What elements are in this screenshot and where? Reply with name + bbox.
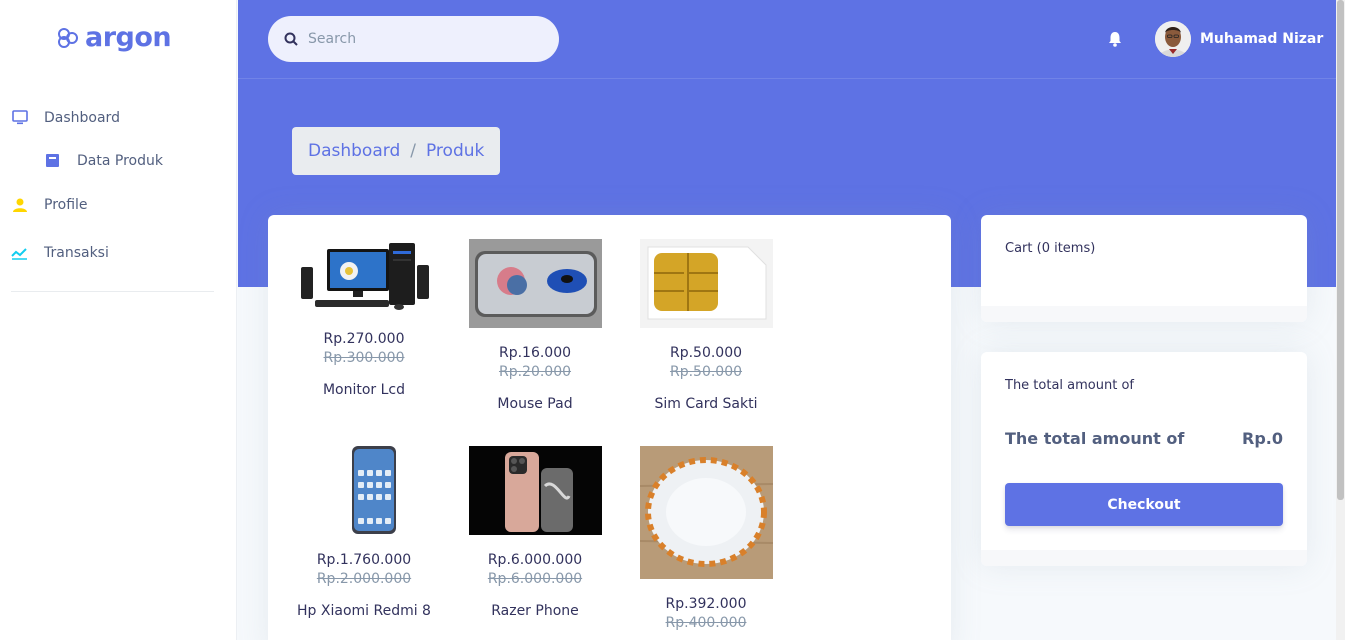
- product-image-phone: [297, 446, 431, 535]
- breadcrumb-separator: /: [410, 141, 416, 161]
- product-old-price: Rp.6.000.000: [487, 571, 583, 587]
- sidebar-item-transaksi[interactable]: Transaksi: [11, 244, 109, 261]
- search-bar[interactable]: [268, 16, 559, 62]
- product-price: Rp.270.000: [323, 331, 405, 347]
- cart-card-footer: [981, 306, 1307, 322]
- product-price: Rp.1.760.000: [316, 552, 412, 568]
- sidebar-item-label: Data Produk: [77, 152, 163, 169]
- argon-logo-icon: [58, 27, 78, 48]
- total-label-small: The total amount of: [1005, 378, 1134, 393]
- avatar: [1155, 21, 1191, 57]
- user-name: Muhamad Nizar: [1200, 31, 1324, 47]
- product-price: Rp.6.000.000: [487, 552, 583, 568]
- products-card: Rp.270.000 Rp.300.000 Monitor Lcd Rp.16.…: [268, 215, 951, 640]
- user-menu[interactable]: Muhamad Nizar: [1155, 21, 1323, 57]
- product-price: Rp.50.000: [669, 345, 743, 361]
- product-image-sim-card: [639, 239, 773, 328]
- page-scrollbar[interactable]: [1336, 0, 1345, 640]
- total-label: The total amount of: [1005, 429, 1185, 448]
- sidebar-item-label: Dashboard: [44, 109, 120, 126]
- product-image-monitor: [297, 239, 431, 314]
- total-card: The total amount of The total amount of …: [981, 352, 1307, 566]
- sidebar: argon Dashboard Data Produk Profile Tran…: [0, 0, 237, 640]
- breadcrumb-item-dashboard[interactable]: Dashboard: [308, 141, 400, 161]
- brand-name: argon: [85, 22, 172, 53]
- product-old-price: Rp.20.000: [498, 364, 572, 380]
- total-amount: Rp.0: [1242, 429, 1283, 448]
- search-icon: [284, 32, 298, 46]
- sidebar-item-label: Transaksi: [44, 244, 109, 261]
- chart-line-icon: [11, 244, 28, 261]
- product-card[interactable]: Rp.1.760.000 Rp.2.000.000 Hp Xiaomi Redm…: [289, 446, 439, 621]
- product-image-plate: [639, 446, 773, 579]
- sidebar-item-dashboard[interactable]: Dashboard: [11, 109, 120, 126]
- header-divider: [238, 78, 1336, 79]
- product-name: Sim Card Sakti: [654, 396, 758, 412]
- brand-logo[interactable]: argon: [57, 22, 172, 53]
- product-image-razer-phone: [468, 446, 602, 535]
- product-name: Monitor Lcd: [322, 382, 406, 398]
- search-input[interactable]: [308, 31, 528, 47]
- sidebar-item-profile[interactable]: Profile: [11, 196, 88, 213]
- product-old-price: Rp.300.000: [323, 350, 405, 366]
- sidebar-item-data-produk[interactable]: Data Produk: [44, 152, 163, 169]
- bell-icon[interactable]: [1106, 30, 1124, 48]
- product-old-price: Rp.50.000: [669, 364, 743, 380]
- sidebar-item-label: Profile: [44, 196, 88, 213]
- checkout-button[interactable]: Checkout: [1005, 483, 1283, 526]
- product-old-price: Rp.400.000: [665, 615, 747, 631]
- product-card[interactable]: Rp.16.000 Rp.20.000 Mouse Pad: [460, 239, 610, 414]
- monitor-icon: [11, 109, 28, 126]
- product-card[interactable]: Rp.270.000 Rp.300.000 Monitor Lcd: [289, 239, 439, 400]
- sidebar-divider: [11, 291, 214, 292]
- product-name: Hp Xiaomi Redmi 8: [297, 603, 431, 619]
- product-price: Rp.392.000: [665, 596, 747, 612]
- user-icon: [11, 196, 28, 213]
- product-card[interactable]: Rp.6.000.000 Rp.6.000.000 Razer Phone: [460, 446, 610, 621]
- product-image-mouse-pad: [468, 239, 602, 328]
- cart-card: Cart (0 items): [981, 215, 1307, 322]
- scrollbar-thumb[interactable]: [1337, 0, 1344, 500]
- product-card[interactable]: Rp.392.000 Rp.400.000: [631, 446, 781, 631]
- product-name: Razer Phone: [491, 603, 579, 619]
- archive-box-icon: [44, 152, 61, 169]
- product-price: Rp.16.000: [498, 345, 572, 361]
- product-name: Mouse Pad: [497, 396, 573, 412]
- breadcrumb: Dashboard / Produk: [292, 127, 501, 175]
- total-card-footer: [981, 550, 1307, 566]
- breadcrumb-item-produk: Produk: [425, 141, 485, 161]
- product-old-price: Rp.2.000.000: [316, 571, 412, 587]
- product-card[interactable]: Rp.50.000 Rp.50.000 Sim Card Sakti: [631, 239, 781, 414]
- cart-title: Cart (0 items): [1005, 241, 1096, 256]
